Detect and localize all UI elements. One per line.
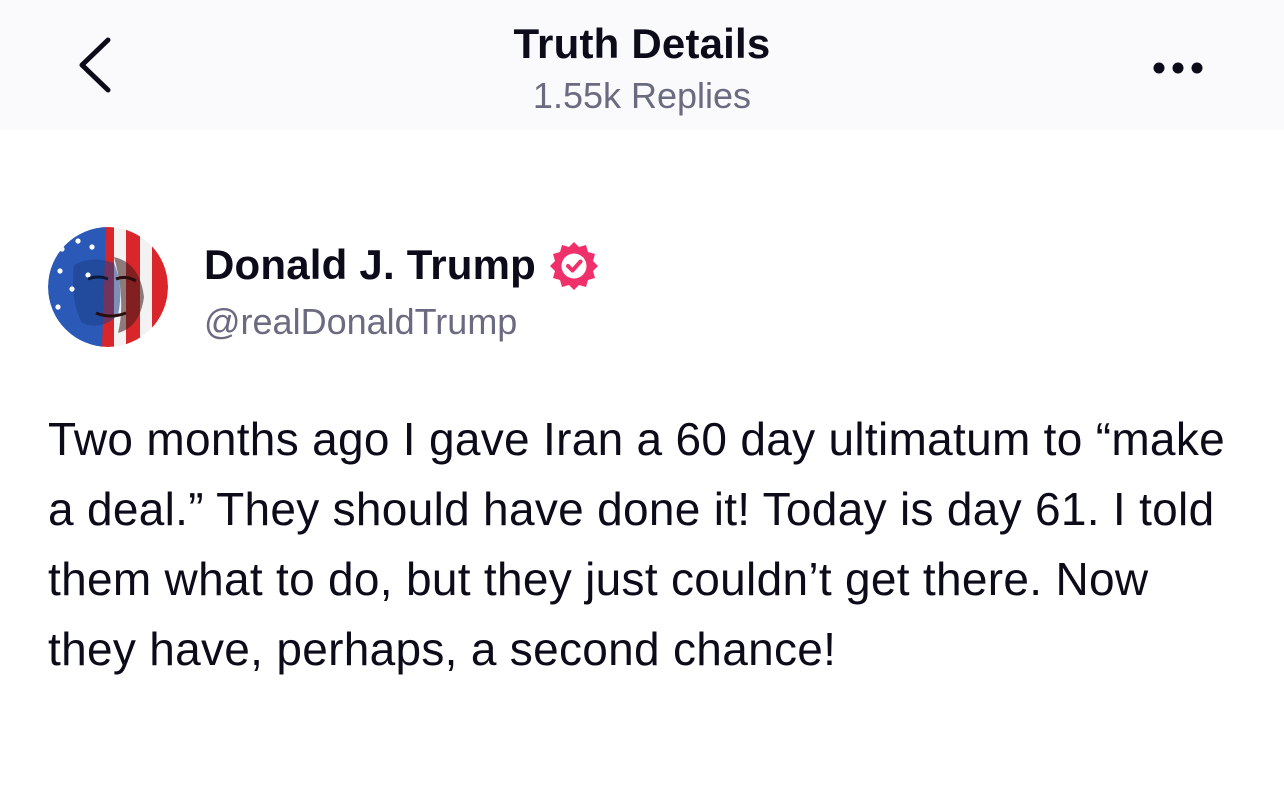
- author-name[interactable]: Donald J. Trump: [204, 241, 536, 289]
- header-titles: Truth Details 1.55k Replies: [0, 18, 1284, 120]
- top-nav-bar: Truth Details 1.55k Replies: [0, 0, 1284, 130]
- post-author: Donald J. Trump @realDonaldTrump: [48, 227, 1228, 349]
- truth-details-screen: Truth Details 1.55k Replies Donald J. Tr…: [0, 0, 1284, 810]
- reply-count: 1.55k Replies: [532, 75, 752, 116]
- author-name-row: Donald J. Trump: [204, 237, 600, 293]
- more-horizontal-icon: [1153, 62, 1203, 74]
- page-title: Truth Details: [513, 20, 771, 67]
- profile-picture-icon: [48, 227, 168, 347]
- author-handle[interactable]: @realDonaldTrump: [204, 301, 517, 343]
- verified-badge-icon: [548, 239, 600, 291]
- more-options-button[interactable]: [1148, 50, 1208, 86]
- avatar[interactable]: [48, 227, 168, 347]
- post-text: Two months ago I gave Iran a 60 day ulti…: [48, 413, 1226, 675]
